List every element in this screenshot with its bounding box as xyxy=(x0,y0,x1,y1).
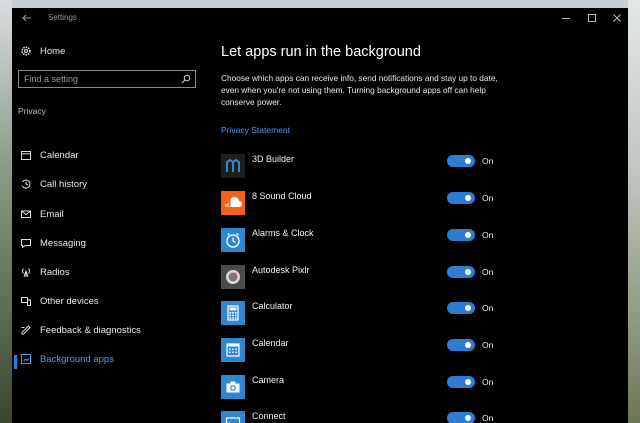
sidebar-item-label: Messaging xyxy=(40,238,86,249)
toggle-state-label: On xyxy=(482,377,494,387)
calendar-icon xyxy=(21,151,31,160)
gear-icon xyxy=(21,46,31,56)
app-name: Connect xyxy=(252,411,286,421)
toggle-state-label: On xyxy=(482,193,494,203)
app-row: Connect On xyxy=(221,407,521,423)
settings-window: Settings Home Find a setting Privacy Cal… xyxy=(12,8,628,423)
feedback-icon xyxy=(21,325,31,335)
close-icon[interactable] xyxy=(611,12,623,24)
minimize-icon[interactable] xyxy=(560,12,572,24)
sidebar-item-background-apps[interactable]: Background apps xyxy=(14,350,204,372)
connect-icon xyxy=(221,411,245,423)
app-name: 3D Builder xyxy=(252,154,295,164)
app-row: Camera On xyxy=(221,371,521,401)
sidebar-item-messaging[interactable]: Messaging xyxy=(18,234,204,256)
background-toggle[interactable] xyxy=(447,302,475,314)
sidebar: Home Find a setting Privacy Calendar Cal… xyxy=(12,30,208,423)
back-arrow-icon[interactable] xyxy=(20,11,34,25)
app-row: Calendar On xyxy=(221,334,521,364)
background-toggle[interactable] xyxy=(447,192,475,204)
background-toggle[interactable] xyxy=(447,229,475,241)
app-row: Autodesk Pixlr On xyxy=(221,261,521,291)
toggle-state-label: On xyxy=(482,267,494,277)
search-placeholder: Find a setting xyxy=(24,74,79,84)
toggle-knob xyxy=(465,232,471,238)
page-title: Let apps run in the background xyxy=(221,44,421,60)
app-name: Camera xyxy=(252,375,285,385)
app-name: Calculator xyxy=(252,301,293,311)
sidebar-item-feedback-diagnostics[interactable]: Feedback & diagnostics xyxy=(18,321,204,343)
home-label: Home xyxy=(40,46,66,57)
desktop-background-right xyxy=(628,0,640,423)
app-row: 8 Sound Cloud On xyxy=(221,187,521,217)
toggle-knob xyxy=(465,269,471,275)
sidebar-item-radios[interactable]: Radios xyxy=(18,263,204,285)
app-name: Alarms & Clock xyxy=(252,228,314,238)
camera-icon xyxy=(221,375,245,399)
app-row: Calculator On xyxy=(221,297,521,327)
home-nav-item[interactable]: Home xyxy=(18,42,198,62)
sidebar-item-other-devices[interactable]: Other devices xyxy=(18,292,204,314)
search-input[interactable]: Find a setting xyxy=(18,70,196,88)
section-label: Privacy xyxy=(18,106,46,116)
toggle-knob xyxy=(465,415,471,421)
selection-indicator xyxy=(14,355,17,369)
toggle-state-label: On xyxy=(482,156,494,166)
sidebar-item-call-history[interactable]: Call history xyxy=(18,175,204,197)
sidebar-item-label: Feedback & diagnostics xyxy=(40,325,141,336)
sidebar-item-label: Background apps xyxy=(40,354,114,365)
toggle-state-label: On xyxy=(482,413,494,423)
call-history-icon xyxy=(21,179,31,189)
sidebar-item-label: Other devices xyxy=(40,296,99,307)
privacy-statement-link[interactable]: Privacy Statement xyxy=(221,125,290,135)
background-toggle[interactable] xyxy=(447,339,475,351)
background-toggle[interactable] xyxy=(447,376,475,388)
messaging-icon xyxy=(21,239,31,249)
background-apps-icon xyxy=(21,354,31,364)
radios-icon xyxy=(21,268,31,278)
sidebar-item-label: Calendar xyxy=(40,150,79,161)
toggle-state-label: On xyxy=(482,340,494,350)
app-name: Calendar xyxy=(252,338,289,348)
calculator-icon xyxy=(221,301,245,325)
background-toggle[interactable] xyxy=(447,155,475,167)
soundcloud-icon xyxy=(221,191,245,215)
toggle-knob xyxy=(465,379,471,385)
sidebar-item-label: Email xyxy=(40,209,64,220)
title-bar: Settings xyxy=(12,8,628,30)
page-description: Choose which apps can receive info, send… xyxy=(221,73,498,107)
app-row: 3D Builder On xyxy=(221,150,521,180)
calendar-app-icon xyxy=(221,338,245,362)
search-icon[interactable] xyxy=(181,74,191,84)
app-name: Autodesk Pixlr xyxy=(252,265,310,275)
sidebar-item-email[interactable]: Email xyxy=(18,205,204,227)
other-devices-icon xyxy=(21,297,31,306)
pixlr-icon xyxy=(221,265,245,289)
background-toggle[interactable] xyxy=(447,412,475,423)
desktop-background-left xyxy=(0,0,12,423)
sidebar-item-calendar[interactable]: Calendar xyxy=(18,146,204,168)
maximize-icon[interactable] xyxy=(586,12,598,24)
background-toggle[interactable] xyxy=(447,266,475,278)
sidebar-item-label: Radios xyxy=(40,267,70,278)
toggle-knob xyxy=(465,195,471,201)
toggle-knob xyxy=(465,158,471,164)
main-content: Let apps run in the background Choose wh… xyxy=(221,30,621,423)
3d-builder-icon xyxy=(221,154,245,178)
app-name: 8 Sound Cloud xyxy=(252,191,312,201)
alarm-clock-icon xyxy=(221,228,245,252)
toggle-state-label: On xyxy=(482,303,494,313)
toggle-knob xyxy=(465,305,471,311)
toggle-state-label: On xyxy=(482,230,494,240)
sidebar-item-label: Call history xyxy=(40,179,87,190)
window-title: Settings xyxy=(48,13,77,22)
email-icon xyxy=(21,210,31,218)
app-row: Alarms & Clock On xyxy=(221,224,521,254)
toggle-knob xyxy=(465,342,471,348)
